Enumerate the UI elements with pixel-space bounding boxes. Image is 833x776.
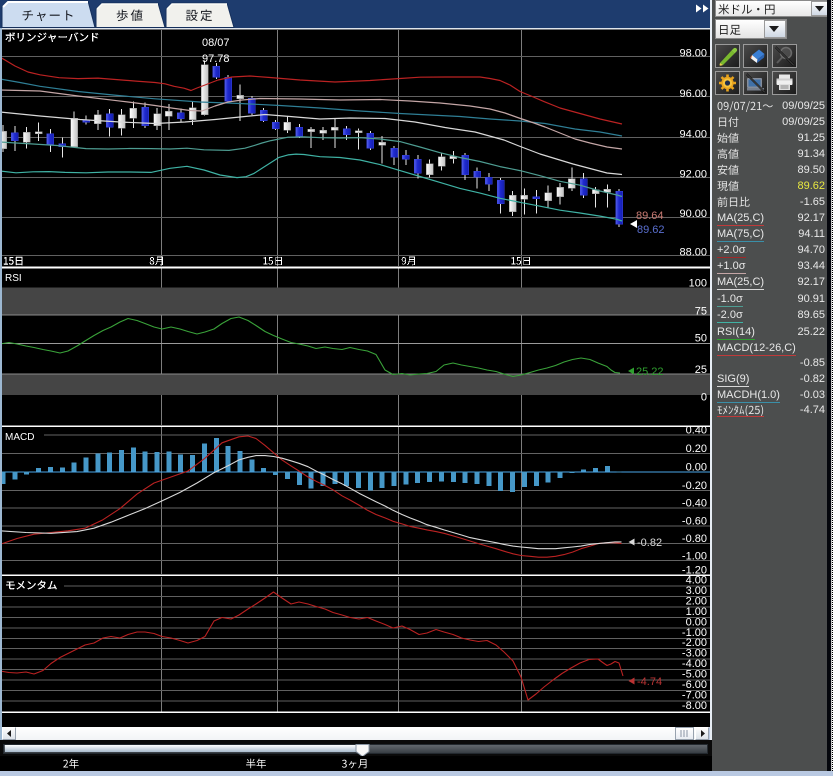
svg-text:97.78: 97.78 — [202, 53, 230, 65]
svg-text:94.00: 94.00 — [679, 128, 707, 140]
svg-text:25: 25 — [695, 364, 707, 376]
svg-text:25.22: 25.22 — [636, 366, 664, 378]
svg-text:MACD: MACD — [5, 432, 34, 443]
svg-text:-0.60: -0.60 — [682, 516, 707, 528]
svg-text:100: 100 — [689, 278, 707, 290]
svg-text:89.62: 89.62 — [637, 224, 665, 236]
svg-text:98.00: 98.00 — [679, 48, 707, 60]
svg-text:0: 0 — [701, 392, 707, 404]
svg-text:90.00: 90.00 — [679, 208, 707, 220]
svg-text:-4.74: -4.74 — [637, 676, 662, 688]
svg-text:-0.40: -0.40 — [682, 498, 707, 510]
svg-text:96.00: 96.00 — [679, 88, 707, 100]
svg-text:-1.00: -1.00 — [682, 550, 707, 562]
svg-text:-0.80: -0.80 — [682, 533, 707, 545]
svg-text:89.64: 89.64 — [636, 210, 664, 222]
svg-text:-8.00: -8.00 — [682, 700, 707, 712]
svg-text:-0.20: -0.20 — [682, 480, 707, 492]
svg-text:88.00: 88.00 — [679, 246, 707, 258]
svg-text:0.00: 0.00 — [686, 462, 707, 474]
svg-text:92.00: 92.00 — [679, 169, 707, 181]
svg-text:08/07: 08/07 — [202, 37, 230, 49]
svg-text:0.40: 0.40 — [686, 425, 707, 437]
svg-text:RSI: RSI — [5, 273, 22, 284]
svg-text:50: 50 — [695, 333, 707, 345]
svg-text:75: 75 — [695, 306, 707, 318]
svg-text:-0.82: -0.82 — [637, 537, 662, 549]
svg-text:0.20: 0.20 — [686, 443, 707, 455]
